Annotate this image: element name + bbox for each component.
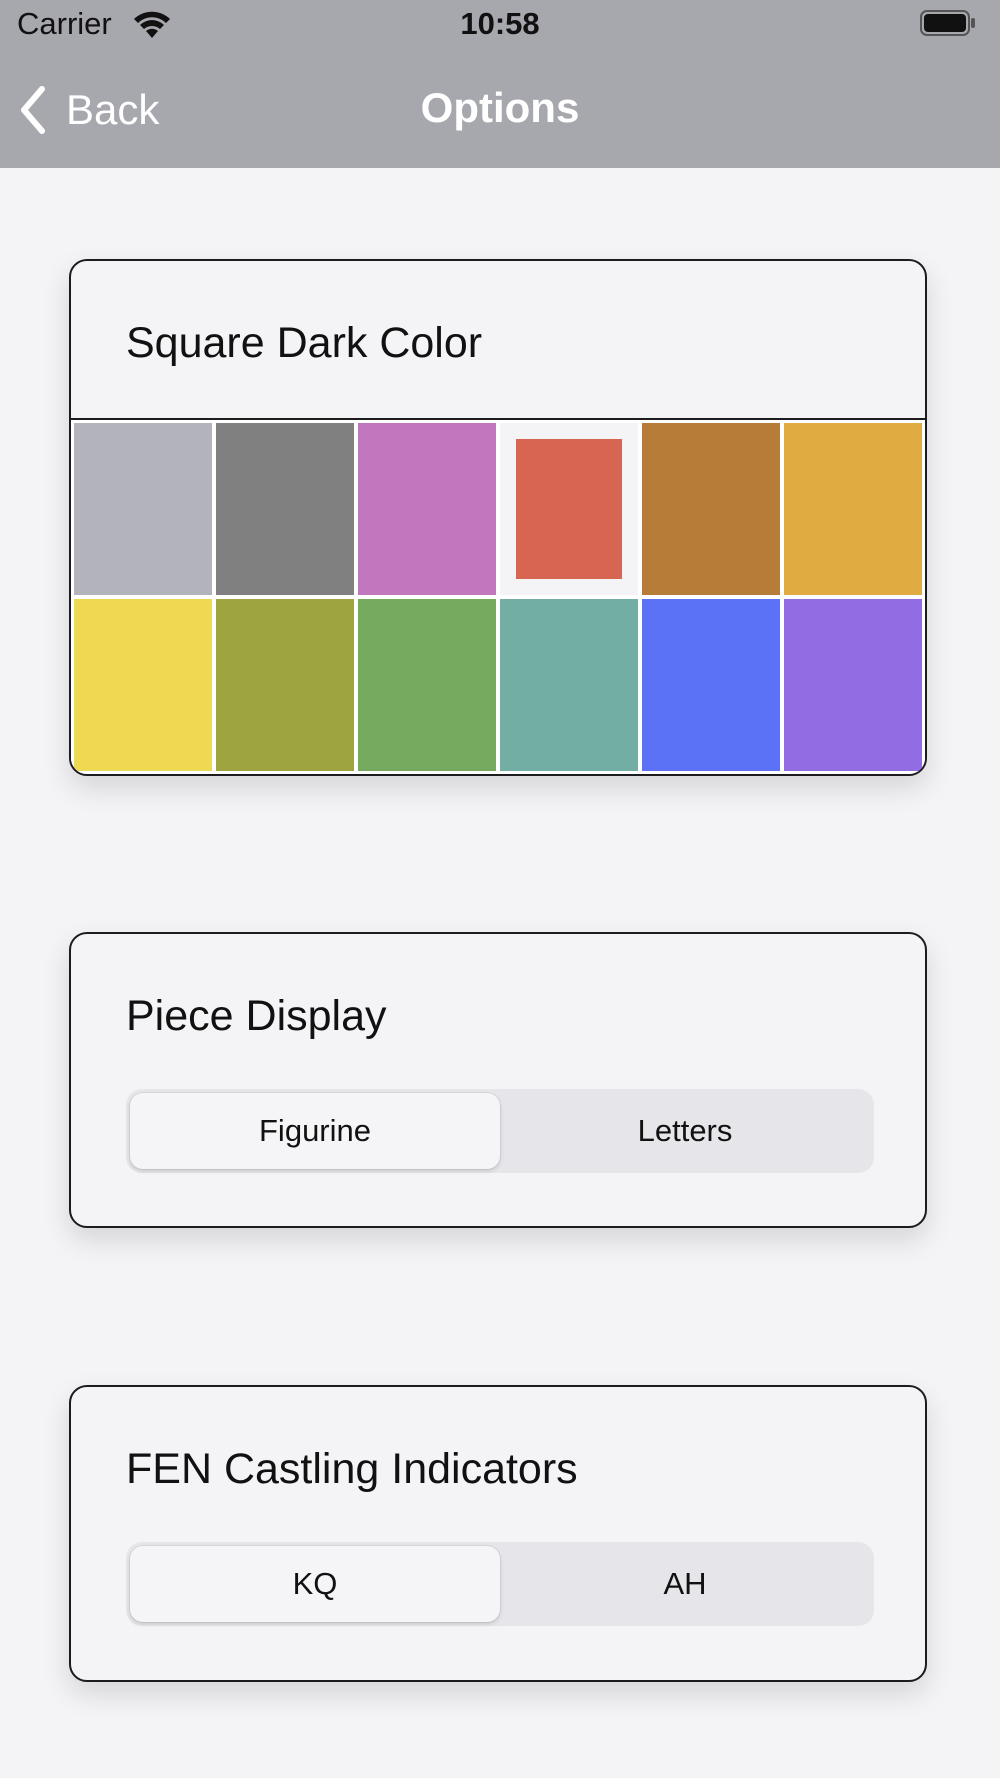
battery-icon [920, 10, 975, 36]
status-time: 10:58 [460, 6, 540, 41]
fen-castling-card: FEN Castling Indicators KQ AH [69, 1385, 927, 1682]
segment-ah[interactable]: AH [500, 1546, 870, 1622]
fen-castling-segmented-control: KQ AH [126, 1542, 874, 1626]
color-swatch[interactable] [784, 423, 922, 595]
selected-color-indicator [516, 439, 622, 579]
piece-display-segmented-control: Figurine Letters [126, 1089, 874, 1173]
piece-display-card: Piece Display Figurine Letters [69, 932, 927, 1228]
segment-figurine[interactable]: Figurine [130, 1093, 500, 1169]
fen-castling-title: FEN Castling Indicators [126, 1445, 578, 1493]
square-dark-color-card: Square Dark Color [69, 259, 927, 776]
color-swatch[interactable] [358, 599, 496, 771]
color-swatch[interactable] [216, 423, 354, 595]
segment-kq[interactable]: KQ [130, 1546, 500, 1622]
navigation-bar: Carrier 10:58 Back Options [0, 0, 1000, 168]
square-dark-color-title: Square Dark Color [126, 319, 483, 367]
page-title: Options [420, 84, 580, 131]
color-swatch[interactable] [784, 599, 922, 771]
color-swatch[interactable] [642, 599, 780, 771]
color-swatch[interactable] [74, 599, 212, 771]
color-swatch[interactable] [500, 599, 638, 771]
color-swatch[interactable] [642, 423, 780, 595]
segment-letters[interactable]: Letters [500, 1093, 870, 1169]
piece-display-title: Piece Display [126, 992, 387, 1040]
color-swatch[interactable] [358, 423, 496, 595]
options-screen: Carrier 10:58 Back Options Square Dark C… [0, 0, 1000, 1778]
color-swatch[interactable] [74, 423, 212, 595]
color-swatch-selected[interactable] [500, 423, 638, 595]
color-swatch[interactable] [216, 599, 354, 771]
color-swatch-grid [71, 418, 925, 774]
